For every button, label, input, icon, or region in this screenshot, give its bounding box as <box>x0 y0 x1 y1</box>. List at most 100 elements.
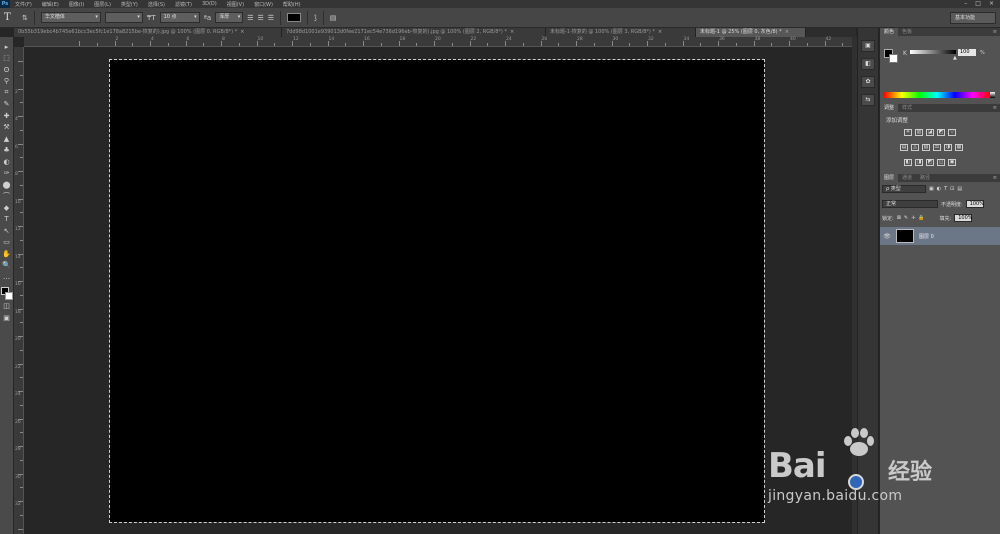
quick-mask-icon[interactable]: ◫ <box>2 301 12 313</box>
k-value-input[interactable]: 100 <box>958 49 976 56</box>
tab-doc-4[interactable]: 未标题-1 @ 25% (图层 0, 灰色/8) * × <box>696 28 806 37</box>
gradient-map-icon[interactable]: ◫ <box>937 159 945 166</box>
marquee-tool-icon[interactable]: ⬚ <box>2 53 12 65</box>
font-family-select[interactable]: 华文楷体 <box>40 12 101 23</box>
opacity-input[interactable]: 100% <box>965 200 984 208</box>
tab-doc-2[interactable]: 7dd98d1001e939013d0fee2171ec54e736d196eb… <box>282 28 546 37</box>
maximize-button[interactable]: □ <box>975 0 981 8</box>
filter-type-icon[interactable]: T <box>944 186 947 192</box>
tab-close-icon[interactable]: × <box>785 29 789 35</box>
menu-image[interactable]: 图像(I) <box>64 1 89 8</box>
background-color[interactable] <box>4 291 13 300</box>
photo-filter-icon[interactable]: ⚖ <box>933 144 941 151</box>
text-color-swatch[interactable] <box>287 13 302 22</box>
history-brush-tool-icon[interactable]: ♣ <box>2 145 12 157</box>
filter-shape-icon[interactable]: ⊡ <box>950 186 954 192</box>
tab-color[interactable]: 颜色 <box>880 28 899 36</box>
k-slider[interactable] <box>910 50 956 54</box>
lock-all-icon[interactable]: 🔒 <box>918 215 924 221</box>
healing-tool-icon[interactable]: ✚ <box>2 110 12 122</box>
minimize-button[interactable]: – <box>964 0 967 8</box>
invert-icon[interactable]: ◧ <box>904 159 912 166</box>
eraser-tool-icon[interactable]: ◐ <box>2 156 12 168</box>
threshold-icon[interactable]: ◩ <box>926 159 934 166</box>
fill-input[interactable]: 100% <box>954 214 973 222</box>
panel-background-color[interactable] <box>889 54 898 63</box>
brightness-icon[interactable]: ☀ <box>904 129 912 136</box>
color-spectrum[interactable] <box>884 92 990 98</box>
tab-doc-3[interactable]: 未标题-1-恢复的 @ 100% (图层 3, RGB/8*) * × <box>546 28 696 37</box>
menu-3d[interactable]: 3D(D) <box>197 1 222 7</box>
quick-select-tool-icon[interactable]: ⚲ <box>2 76 12 88</box>
filter-pixel-icon[interactable]: ▣ <box>929 186 934 192</box>
lock-image-icon[interactable]: ✎ <box>904 215 908 221</box>
paragraph-panel-icon[interactable]: ⇆ <box>861 94 875 106</box>
eyedropper-tool-icon[interactable]: ✎ <box>2 99 12 111</box>
properties-panel-icon[interactable]: ◧ <box>861 58 875 70</box>
black-white-icon[interactable]: ▧ <box>922 144 930 151</box>
stamp-tool-icon[interactable]: ▲ <box>2 133 12 145</box>
type-tool-icon[interactable]: T <box>2 214 12 226</box>
tab-doc-1[interactable]: 0b55b319ebc4b745e61bcc3ec5fc1e178a8215be… <box>14 28 282 37</box>
gradient-tool-icon[interactable]: ✑ <box>2 168 12 180</box>
menu-window[interactable]: 窗口(W) <box>249 1 278 8</box>
tab-close-icon[interactable]: × <box>240 29 244 35</box>
blur-tool-icon[interactable]: ⬤ <box>2 179 12 191</box>
align-right-icon[interactable]: ☰ <box>268 14 274 22</box>
grayscale-ramp[interactable] <box>990 92 995 98</box>
more-tools-icon[interactable]: … <box>2 271 12 283</box>
lasso-tool-icon[interactable]: ʘ <box>2 64 12 76</box>
filter-adjustment-icon[interactable]: ◐ <box>937 186 941 192</box>
dodge-tool-icon[interactable]: ⌒ <box>2 191 12 203</box>
document-canvas[interactable] <box>109 59 765 523</box>
vibrance-icon[interactable]: ▽ <box>948 129 956 136</box>
menu-filter[interactable]: 滤镜(T) <box>170 1 197 8</box>
menu-edit[interactable]: 编辑(E) <box>37 1 64 8</box>
exposure-icon[interactable]: ◩ <box>937 129 945 136</box>
color-balance-icon[interactable]: ◬ <box>911 144 919 151</box>
close-button[interactable]: × <box>989 0 994 8</box>
menu-type[interactable]: 类型(Y) <box>116 1 143 8</box>
layer-row[interactable]: 👁 图层 0 <box>880 227 1000 245</box>
k-slider-thumb-icon[interactable]: ▲ <box>953 55 957 61</box>
align-center-icon[interactable]: ☰ <box>257 14 263 22</box>
antialias-select[interactable]: 浑厚 <box>215 12 244 23</box>
filter-smart-icon[interactable]: ▤ <box>957 186 962 192</box>
move-tool-icon[interactable]: ▸ <box>2 41 12 53</box>
menu-select[interactable]: 选择(S) <box>143 1 170 8</box>
hand-tool-icon[interactable]: ✋ <box>2 248 12 260</box>
pen-tool-icon[interactable]: ◆ <box>2 202 12 214</box>
tab-close-icon[interactable]: × <box>510 29 514 35</box>
panel-menu-icon[interactable]: ≡ <box>993 28 1000 36</box>
orientation-toggle-icon[interactable]: ⇅ <box>22 14 28 22</box>
color-swatches[interactable] <box>0 286 13 301</box>
hue-saturation-icon[interactable]: ▤ <box>900 144 908 151</box>
lock-transparent-icon[interactable]: ⊠ <box>897 215 901 221</box>
screen-mode-icon[interactable]: ▣ <box>2 312 12 324</box>
character-panel-icon[interactable]: ▤ <box>330 14 337 22</box>
font-style-select[interactable] <box>104 12 143 23</box>
color-lookup-icon[interactable]: ▦ <box>955 144 963 151</box>
tab-close-icon[interactable]: × <box>658 29 662 35</box>
align-left-icon[interactable]: ☰ <box>247 14 253 22</box>
posterize-icon[interactable]: ◨ <box>915 159 923 166</box>
channel-mixer-icon[interactable]: ◑ <box>944 144 952 151</box>
path-select-tool-icon[interactable]: ↖ <box>2 225 12 237</box>
tab-swatches[interactable]: 色板 <box>898 28 916 36</box>
font-size-select[interactable]: 10 点 <box>159 12 200 23</box>
layer-filter-select[interactable]: ρ 类型 <box>882 185 926 193</box>
levels-icon[interactable]: ▥ <box>915 129 923 136</box>
menu-view[interactable]: 视图(V) <box>222 1 249 8</box>
brush-tool-icon[interactable]: ⚒ <box>2 122 12 134</box>
warp-text-icon[interactable]: ⟆ <box>314 14 317 22</box>
menu-file[interactable]: 文件(F) <box>10 1 37 8</box>
lock-position-icon[interactable]: ✛ <box>911 215 915 221</box>
workspace-select[interactable]: 基本功能 <box>950 12 996 24</box>
type-tool-icon[interactable]: T <box>4 12 18 23</box>
layer-visibility-icon[interactable]: 👁 <box>880 233 894 240</box>
menu-layer[interactable]: 图层(L) <box>89 1 116 8</box>
menu-help[interactable]: 帮助(H) <box>278 1 306 8</box>
blend-mode-select[interactable]: 正常 <box>882 200 938 208</box>
shape-tool-icon[interactable]: ▭ <box>2 237 12 249</box>
zoom-tool-icon[interactable]: 🔍 <box>2 260 12 272</box>
